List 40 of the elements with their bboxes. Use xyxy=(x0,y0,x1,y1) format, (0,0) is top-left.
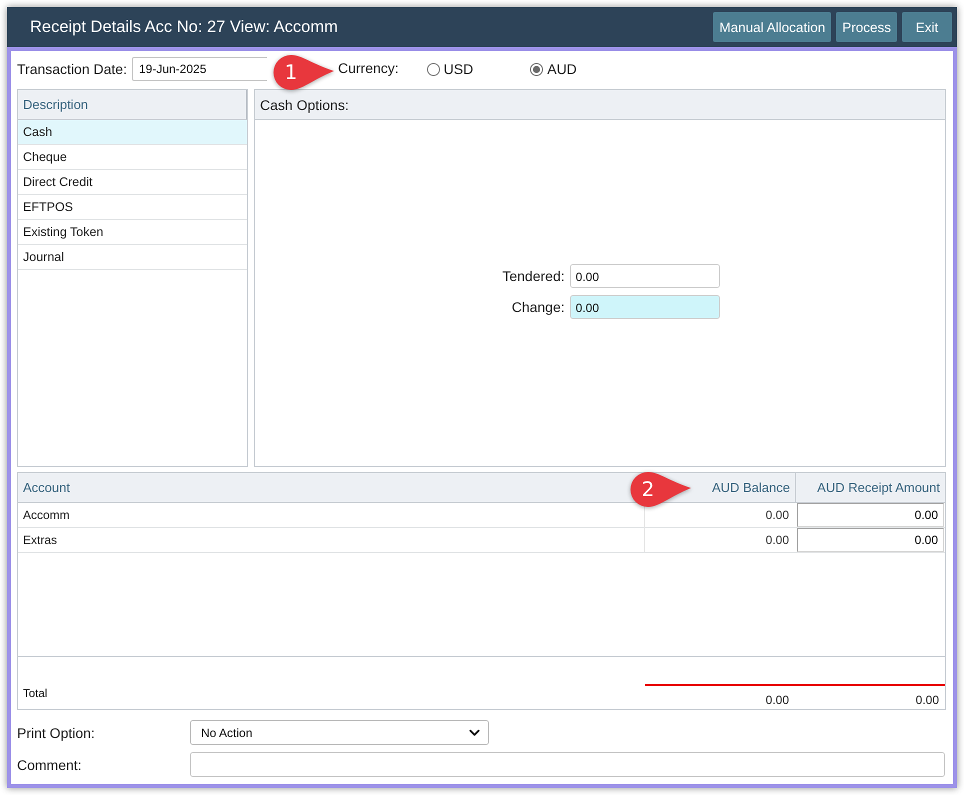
panel-title: Cash Options: xyxy=(255,90,945,120)
field-label: Comment: xyxy=(17,756,83,772)
table-cell: Accomm xyxy=(18,503,645,527)
payment-method-item[interactable]: Cash xyxy=(18,120,247,145)
table-cell: Extras xyxy=(18,528,645,552)
field-label: Print Option: xyxy=(17,724,96,740)
comment-field[interactable] xyxy=(190,752,945,777)
total-value: 0.00 xyxy=(795,684,945,709)
field-label: Tendered: xyxy=(502,268,565,284)
receipt-amount-field[interactable]: 0.00 xyxy=(797,528,944,552)
total-label: Total xyxy=(22,688,48,702)
window-title: Receipt Details Acc No: 27 View: Accomm xyxy=(30,18,339,36)
date-field[interactable]: 19-Jun-2025 xyxy=(132,57,267,81)
chevron-down-icon xyxy=(469,728,480,736)
amount-field[interactable]: 0.00 xyxy=(570,264,720,288)
readonly-field[interactable]: 0.00 xyxy=(570,295,720,319)
print-option-select[interactable]: No Action xyxy=(190,720,489,745)
total-value: 0.00 xyxy=(645,684,795,709)
table-cell-text: 0.00 xyxy=(764,507,790,524)
field-label: Transaction Date: xyxy=(17,61,127,77)
column-header: Account xyxy=(23,480,70,495)
payment-method-item[interactable]: Journal xyxy=(18,245,247,270)
payment-method-item[interactable]: Existing Token xyxy=(18,220,247,245)
field-label: Change: xyxy=(510,299,565,315)
field-label: Currency: xyxy=(338,60,399,76)
header-button[interactable]: Process xyxy=(836,12,897,42)
callout-badge: 2 xyxy=(628,471,692,508)
callout-badge: 1 xyxy=(270,54,335,91)
table-cell-text: 0.00 xyxy=(764,532,790,549)
payment-method-item[interactable]: Direct Credit xyxy=(18,170,247,195)
payment-method-item[interactable]: Cheque xyxy=(18,145,247,170)
payment-method-item[interactable]: EFTPOS xyxy=(18,195,247,220)
header-button[interactable]: Manual Allocation xyxy=(713,12,832,42)
currency-option[interactable]: AUD xyxy=(530,61,577,77)
column-header: Description xyxy=(18,90,247,120)
header-button[interactable]: Exit xyxy=(902,12,952,42)
column-header: AUD Receipt Amount xyxy=(817,480,940,495)
column-header: AUD Balance xyxy=(712,480,790,495)
currency-option[interactable]: USD xyxy=(426,61,474,77)
receipt-amount-field[interactable]: 0.00 xyxy=(797,503,944,527)
